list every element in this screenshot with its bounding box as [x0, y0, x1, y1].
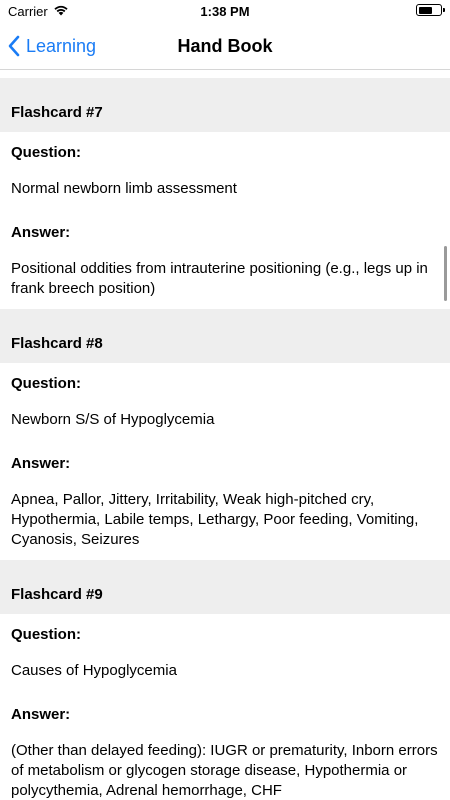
question-text: Newborn S/S of Hypoglycemia [11, 411, 215, 428]
question-label: Question: [11, 375, 81, 392]
navigation-bar: Learning Hand Book [0, 22, 450, 70]
status-right [416, 4, 445, 16]
battery-icon [416, 4, 445, 16]
flashcard-header: Flashcard #8 [0, 309, 450, 363]
flashcard-7: Flashcard #7 Question: Normal newborn li… [0, 78, 450, 309]
flashcard-list[interactable]: Flashcard #7 Question: Normal newborn li… [0, 70, 450, 800]
flashcard-9: Flashcard #9 Question: Causes of Hypogly… [0, 560, 450, 800]
flashcard-body: Question: Causes of Hypoglycemia Answer:… [0, 614, 450, 800]
answer-label: Answer: [11, 706, 71, 723]
question-label: Question: [11, 626, 81, 643]
chevron-left-icon [8, 35, 20, 57]
flashcard-title: Flashcard #9 [11, 586, 103, 603]
answer-text: Apnea, Pallor, Jittery, Irritability, We… [11, 491, 419, 548]
status-time: 1:38 PM [200, 4, 250, 19]
answer-label: Answer: [11, 455, 71, 472]
flashcard-title: Flashcard #8 [11, 335, 103, 352]
back-button[interactable]: Learning [8, 22, 96, 70]
answer-label: Answer: [11, 224, 71, 241]
list-top-spacer [0, 70, 450, 78]
question-text: Causes of Hypoglycemia [11, 662, 177, 679]
question-label: Question: [11, 144, 81, 161]
back-button-label: Learning [26, 35, 97, 56]
flashcard-title: Flashcard #7 [11, 104, 103, 121]
status-bar: Carrier 1:38 PM [0, 0, 450, 22]
flashcard-body: Question: Newborn S/S of Hypoglycemia An… [0, 363, 450, 560]
question-text: Normal newborn limb assessment [11, 180, 237, 197]
scroll-indicator[interactable] [444, 246, 447, 301]
flashcard-body: Question: Normal newborn limb assessment… [0, 132, 450, 309]
answer-text: (Other than delayed feeding): IUGR or pr… [11, 742, 438, 799]
flashcard-8: Flashcard #8 Question: Newborn S/S of Hy… [0, 309, 450, 560]
answer-text: Positional oddities from intrauterine po… [11, 260, 428, 297]
flashcard-header: Flashcard #9 [0, 560, 450, 614]
flashcard-header: Flashcard #7 [0, 78, 450, 132]
